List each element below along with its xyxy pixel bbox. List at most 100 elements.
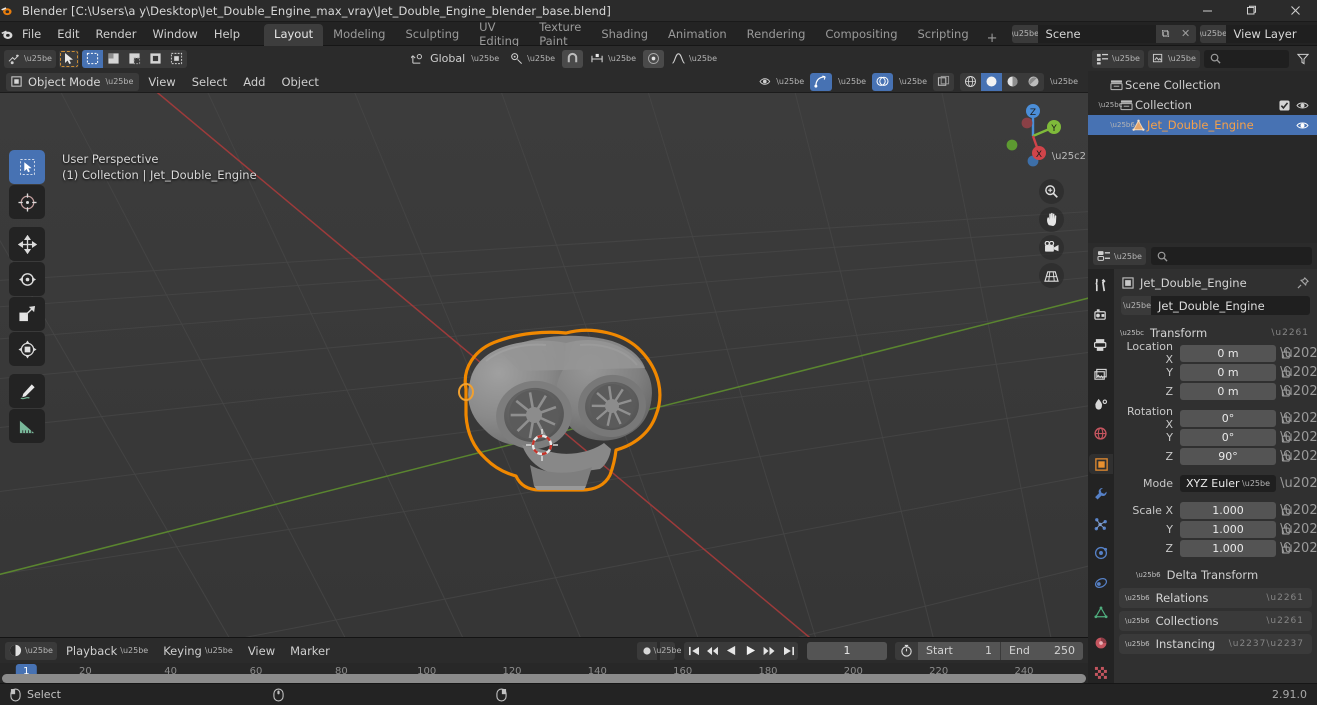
outliner-row-jet-double-engine[interactable]: \u25b6 Jet_Double_Engine — [1088, 115, 1317, 135]
end-frame-field[interactable]: End 250 — [1001, 641, 1083, 660]
snap-magnet-icon[interactable] — [562, 49, 584, 68]
view-layer-name[interactable]: View Layer — [1225, 24, 1317, 43]
viewport-menu-object[interactable]: Object — [274, 74, 325, 90]
scene-name[interactable]: Scene — [1037, 24, 1156, 43]
outliner-row-scene-collection[interactable]: Scene Collection — [1088, 75, 1317, 95]
tab-object[interactable] — [1089, 453, 1113, 475]
animate-dot-icon[interactable]: \u2022 — [1280, 365, 1317, 380]
jump-start-button[interactable] — [684, 642, 703, 660]
transform-orientation-selector[interactable]: Global \u25be — [407, 50, 503, 68]
rotation-x-field[interactable]: 0° — [1180, 409, 1276, 427]
tab-shading[interactable]: Shading — [591, 24, 658, 46]
menu-window[interactable]: Window — [144, 25, 205, 43]
eye-icon[interactable] — [1296, 100, 1309, 111]
disclosure-triangle-icon[interactable]: \u25bc — [1099, 101, 1123, 109]
panel-instancing[interactable]: \u25b6 Instancing \u2237\u2237 — [1119, 634, 1312, 654]
pin-icon[interactable] — [1297, 277, 1309, 289]
start-frame-field[interactable]: Start 1 — [918, 641, 1000, 660]
timeline-menu-view[interactable]: View — [242, 643, 281, 659]
filter-icon[interactable] — [1293, 50, 1313, 68]
animate-dot-icon[interactable]: \u2022 — [1280, 411, 1317, 426]
menu-edit[interactable]: Edit — [49, 25, 87, 43]
animate-dot-icon[interactable]: \u2022 — [1280, 541, 1317, 556]
tab-modeling[interactable]: Modeling — [323, 24, 395, 46]
timeline-menu-playback[interactable]: Playback \u25be — [60, 643, 154, 659]
use-preview-range-icon[interactable] — [895, 644, 917, 657]
object-mode-selector[interactable]: Object Mode \u25be — [6, 72, 140, 91]
tab-texture-paint[interactable]: Texture Paint — [529, 20, 591, 48]
tab-texture[interactable] — [1089, 662, 1113, 683]
menu-help[interactable]: Help — [206, 25, 248, 43]
animate-dot-icon[interactable]: \u2022 — [1280, 522, 1317, 537]
play-reverse-button[interactable] — [722, 642, 741, 660]
select-extend-icon[interactable] — [103, 50, 124, 68]
outliner-display-mode-selector[interactable]: \u25be — [1147, 49, 1200, 68]
disclosure-triangle-icon[interactable]: \u25b6 — [1110, 121, 1135, 129]
menu-file[interactable]: File — [14, 25, 49, 43]
animate-dot-icon[interactable]: \u2022 — [1280, 503, 1317, 518]
rotation-y-field[interactable]: 0° — [1180, 428, 1276, 446]
tab-animation[interactable]: Animation — [658, 24, 737, 46]
scale-y-field[interactable]: 1.000 — [1180, 520, 1276, 538]
tab-layout[interactable]: Layout — [264, 23, 324, 46]
rotation-mode-dropdown[interactable]: XYZ Euler \u25be — [1180, 474, 1276, 492]
close-button[interactable] — [1273, 0, 1317, 22]
shading-rendered-icon[interactable] — [1023, 73, 1044, 91]
outliner-row-collection[interactable]: \u25bc Collection — [1088, 95, 1317, 115]
scene-icon[interactable]: \u25be — [1011, 24, 1039, 43]
tool-measure[interactable] — [9, 409, 45, 443]
collection-checkbox[interactable] — [1279, 99, 1290, 111]
animate-dot-icon[interactable]: \u2022 — [1280, 476, 1317, 491]
select-subtract-icon[interactable] — [124, 50, 145, 68]
select-invert-icon[interactable] — [145, 50, 166, 68]
location-y-field[interactable]: 0 m — [1180, 363, 1276, 381]
active-tool-icon[interactable] — [58, 49, 79, 68]
camera-view-icon[interactable] — [1039, 235, 1064, 260]
snap-settings-selector[interactable]: \u25be — [586, 50, 640, 68]
eye-icon[interactable] — [1296, 120, 1309, 131]
viewport-menu-view[interactable]: View — [141, 74, 182, 90]
tab-compositing[interactable]: Compositing — [815, 24, 907, 46]
tab-rendering[interactable]: Rendering — [737, 24, 816, 46]
panel-relations[interactable]: \u25b6 Relations \u2261 — [1119, 588, 1312, 608]
viewport-3d[interactable]: User Perspective (1) Collection | Jet_Do… — [0, 93, 1088, 637]
tab-tool[interactable] — [1089, 275, 1113, 296]
gizmo-toggle[interactable] — [810, 72, 833, 91]
outliner-search-input[interactable] — [1203, 49, 1289, 68]
select-set-icon[interactable] — [81, 49, 103, 68]
proportional-falloff-selector[interactable]: \u25be — [667, 50, 721, 68]
view-layer-icon[interactable]: \u25be — [1199, 24, 1227, 43]
overlays-toggle[interactable] — [872, 72, 894, 91]
editor-type-selector[interactable]: \u25be — [4, 49, 56, 68]
timeline-menu-keying[interactable]: Keying \u25be — [157, 643, 239, 659]
object-name-field[interactable]: \u25be Jet_Double_Engine — [1121, 296, 1310, 315]
gizmo-options-selector[interactable]: \u25be — [834, 73, 870, 91]
properties-search-input[interactable] — [1150, 247, 1312, 265]
timeline-scrollbar[interactable] — [2, 674, 1086, 683]
tab-material[interactable] — [1089, 632, 1113, 653]
outliner-editor-type-selector[interactable]: \u25be — [1092, 49, 1144, 68]
xray-toggle[interactable] — [933, 72, 955, 91]
tab-scene[interactable] — [1089, 394, 1113, 415]
add-workspace-button[interactable]: + — [979, 31, 1006, 46]
tool-cursor[interactable] — [9, 185, 45, 219]
tab-constraints[interactable] — [1089, 573, 1113, 594]
timeline-editor-type-selector[interactable]: \u25be — [5, 641, 57, 660]
animate-dot-icon[interactable]: \u2022 — [1280, 346, 1317, 361]
blender-menu-icon[interactable] — [0, 22, 14, 46]
animate-dot-icon[interactable]: \u2022 — [1280, 384, 1317, 399]
panel-collections[interactable]: \u25b6 Collections \u2261 — [1119, 611, 1312, 631]
viewport-menu-select[interactable]: Select — [185, 74, 234, 90]
pan-hand-icon[interactable] — [1039, 207, 1064, 232]
pivot-point-selector[interactable]: \u25be — [506, 50, 559, 68]
location-x-field[interactable]: 0 m — [1180, 344, 1276, 362]
location-z-field[interactable]: 0 m — [1180, 382, 1276, 400]
tab-particles[interactable] — [1089, 513, 1113, 534]
tab-object-data[interactable] — [1089, 603, 1113, 624]
tab-sculpting[interactable]: Sculpting — [395, 24, 469, 46]
timeline-menu-marker[interactable]: Marker — [284, 643, 336, 659]
tool-move[interactable] — [9, 227, 45, 261]
menu-render[interactable]: Render — [88, 25, 145, 43]
minimize-button[interactable] — [1185, 0, 1229, 22]
properties-editor-type-selector[interactable]: \u25be — [1093, 247, 1146, 265]
